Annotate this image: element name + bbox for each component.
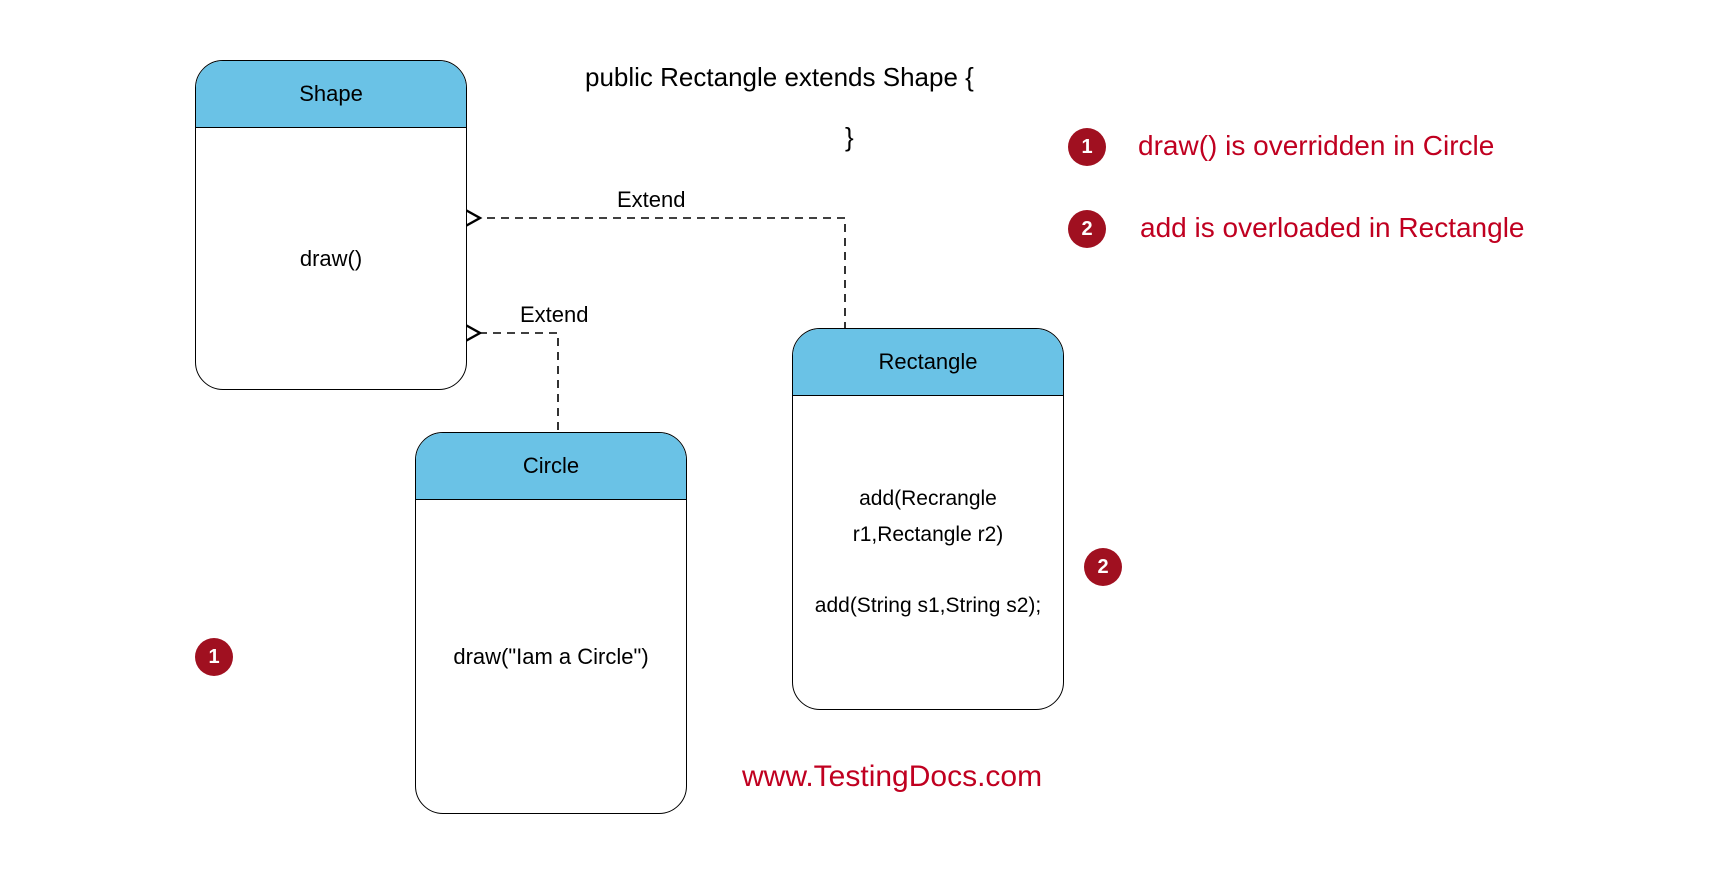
uml-class-circle: Circle draw("Iam a Circle") xyxy=(415,432,687,814)
legend-note-1: draw() is overridden in Circle xyxy=(1138,130,1494,162)
extend-label-circle: Extend xyxy=(520,302,589,328)
uml-class-circle-title: Circle xyxy=(416,433,686,500)
uml-class-rectangle: Rectangle add(Recrangle r1,Rectangle r2)… xyxy=(792,328,1064,710)
legend-note-2: add is overloaded in Rectangle xyxy=(1140,212,1524,244)
code-line-1: public Rectangle extends Shape { xyxy=(585,62,974,93)
callout-badge-circle: 1 xyxy=(195,638,233,676)
extend-label-rectangle: Extend xyxy=(617,187,686,213)
site-url: www.TestingDocs.com xyxy=(742,760,1042,794)
callout-badge-rectangle: 2 xyxy=(1084,548,1122,586)
uml-class-circle-body: draw("Iam a Circle") xyxy=(416,500,686,813)
uml-class-shape: Shape draw() xyxy=(195,60,467,390)
code-line-2: } xyxy=(845,122,854,153)
uml-class-rectangle-body: add(Recrangle r1,Rectangle r2) add(Strin… xyxy=(793,396,1063,709)
uml-class-shape-title: Shape xyxy=(196,61,466,128)
legend-badge-1: 1 xyxy=(1068,128,1106,166)
legend-badge-2: 2 xyxy=(1068,210,1106,248)
uml-class-rectangle-title: Rectangle xyxy=(793,329,1063,396)
uml-class-shape-body: draw() xyxy=(196,128,466,389)
